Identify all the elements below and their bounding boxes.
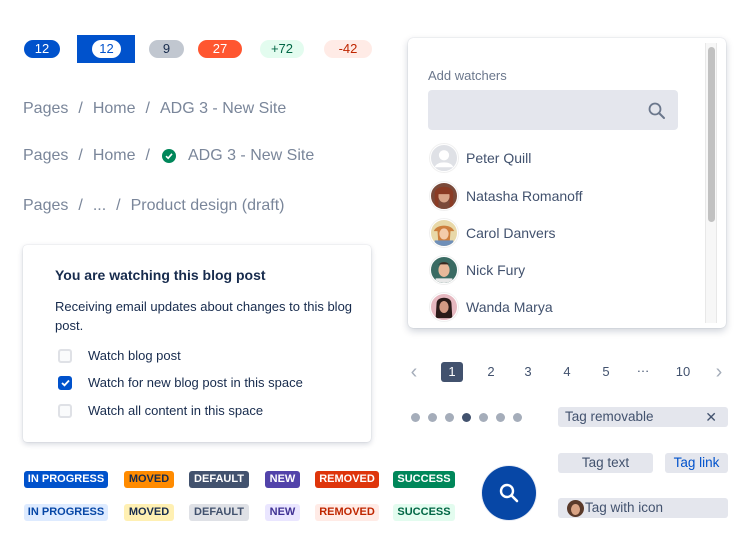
progress-dot[interactable] (445, 413, 454, 422)
watch-card-title: You are watching this blog post (55, 267, 266, 283)
pagination-page-3[interactable]: 3 (519, 362, 537, 382)
progress-dot[interactable] (496, 413, 505, 422)
avatar-photo (430, 256, 458, 284)
checkbox-watch-new-posts[interactable]: Watch for new blog post in this space (58, 375, 303, 390)
close-icon[interactable]: ✕ (705, 407, 717, 427)
lozenge-success-subtle: SUCCESS (393, 504, 455, 521)
lozenge-default-bold: DEFAULT (189, 471, 249, 488)
breadcrumb-separator: / (78, 197, 83, 214)
watcher-option[interactable]: Natasha Romanoff (430, 182, 582, 210)
add-watchers-panel: Add watchers Peter Quill Natasha Romanof… (408, 38, 726, 328)
search-icon (648, 102, 665, 119)
checkbox-watch-all-content[interactable]: Watch all content in this space (58, 403, 263, 418)
watcher-name: Natasha Romanoff (466, 188, 583, 204)
tag-label: Tag with icon (585, 500, 664, 515)
lozenge-success-bold: SUCCESS (393, 471, 455, 488)
breadcrumb-separator: / (145, 147, 150, 164)
lozenge-removed-bold: REMOVED (315, 471, 379, 488)
tag-removable: Tag removable ✕ (558, 407, 728, 427)
watchers-search-input[interactable] (428, 90, 678, 130)
checkmark-icon (60, 379, 70, 387)
lozenge-moved-bold: MOVED (124, 471, 174, 488)
pagination-next-button[interactable]: › (711, 362, 727, 382)
badge-primary: 12 (24, 40, 60, 58)
pagination-page-5[interactable]: 5 (597, 362, 615, 382)
lozenge-moved-subtle: MOVED (124, 504, 174, 521)
check-circle-icon (161, 149, 176, 163)
breadcrumb-item[interactable]: Product design (draft) (131, 197, 285, 215)
watcher-name: Wanda Marya (466, 299, 553, 315)
badge-primary-inverted: 12 (92, 40, 121, 58)
breadcrumb-item[interactable]: Pages (23, 197, 68, 215)
breadcrumb-3: Pages / ... / Product design (draft) (23, 197, 284, 215)
progress-dot[interactable] (513, 413, 522, 422)
watch-card-description: Receiving email updates about changes to… (55, 299, 353, 333)
badge-added: +72 (260, 40, 304, 58)
breadcrumb-separator: / (78, 100, 83, 117)
lozenge-new-subtle: NEW (265, 504, 300, 521)
progress-dot-active[interactable] (462, 413, 471, 422)
breadcrumb-item[interactable]: Pages (23, 147, 68, 165)
watch-settings-card: You are watching this blog post Receivin… (23, 245, 371, 442)
avatar-photo (430, 219, 458, 247)
scrollbar-track[interactable] (705, 43, 717, 323)
checkbox-watch-blog-post[interactable]: Watch blog post (58, 348, 181, 363)
avatar-photo (430, 182, 458, 210)
lozenge-default-subtle: DEFAULT (189, 504, 249, 521)
watcher-option[interactable]: Wanda Marya (430, 293, 553, 321)
pagination-ellipsis: … (636, 360, 650, 375)
breadcrumb-1: Pages / Home / ADG 3 - New Site (23, 100, 286, 118)
breadcrumb-item[interactable]: ADG 3 - New Site (188, 147, 314, 165)
watcher-option[interactable]: Carol Danvers (430, 219, 555, 247)
search-icon (499, 483, 519, 503)
checkbox-checked[interactable] (58, 375, 72, 390)
badge-important: 27 (198, 40, 242, 58)
watcher-option[interactable]: Nick Fury (430, 256, 525, 284)
breadcrumb-2: Pages / Home / ADG 3 - New Site (23, 147, 314, 165)
tag-label: Tag removable (565, 409, 654, 424)
tag-text: Tag text (558, 453, 653, 473)
default-avatar-icon (430, 144, 458, 172)
breadcrumb-separator: / (78, 147, 83, 164)
breadcrumb-item[interactable]: Home (93, 147, 136, 165)
progress-dot[interactable] (411, 413, 420, 422)
progress-dot[interactable] (479, 413, 488, 422)
pagination-page-2[interactable]: 2 (482, 362, 500, 382)
badge-default: 9 (149, 40, 184, 58)
breadcrumb-item[interactable]: ADG 3 - New Site (160, 100, 286, 118)
lozenge-in-progress-subtle: IN PROGRESS (24, 504, 108, 521)
avatar-icon (567, 500, 584, 517)
pagination-page-1[interactable]: 1 (441, 362, 463, 382)
watcher-name: Nick Fury (466, 262, 526, 278)
checkbox-label: Watch all content in this space (88, 403, 264, 418)
badge-removed: -42 (324, 40, 372, 58)
watcher-option[interactable]: Peter Quill (430, 144, 531, 172)
breadcrumb-separator: / (116, 197, 121, 214)
pagination-page-10[interactable]: 10 (671, 362, 695, 382)
lozenge-new-bold: NEW (265, 471, 300, 488)
checkbox-label: Watch for new blog post in this space (88, 375, 303, 390)
watcher-name: Peter Quill (466, 150, 532, 166)
tag-link[interactable]: Tag link (665, 453, 728, 473)
breadcrumb-ellipsis[interactable]: ... (93, 197, 106, 215)
breadcrumb-item[interactable]: Home (93, 100, 136, 118)
breadcrumb-separator: / (145, 100, 150, 117)
scrollbar-thumb[interactable] (708, 47, 715, 222)
lozenge-removed-subtle: REMOVED (315, 504, 379, 521)
checkbox-label: Watch blog post (88, 348, 181, 363)
lozenge-in-progress-bold: IN PROGRESS (24, 471, 108, 488)
pagination-prev-button[interactable]: ‹ (406, 362, 422, 382)
search-fab-button[interactable] (482, 466, 536, 520)
add-watchers-label: Add watchers (428, 68, 507, 83)
checkbox[interactable] (58, 403, 72, 418)
progress-dot[interactable] (428, 413, 437, 422)
tag-with-icon: Tag with icon (558, 498, 728, 518)
pagination-page-4[interactable]: 4 (558, 362, 576, 382)
avatar-photo (430, 293, 458, 321)
breadcrumb-item[interactable]: Pages (23, 100, 68, 118)
watcher-name: Carol Danvers (466, 225, 556, 241)
checkbox[interactable] (58, 348, 72, 363)
